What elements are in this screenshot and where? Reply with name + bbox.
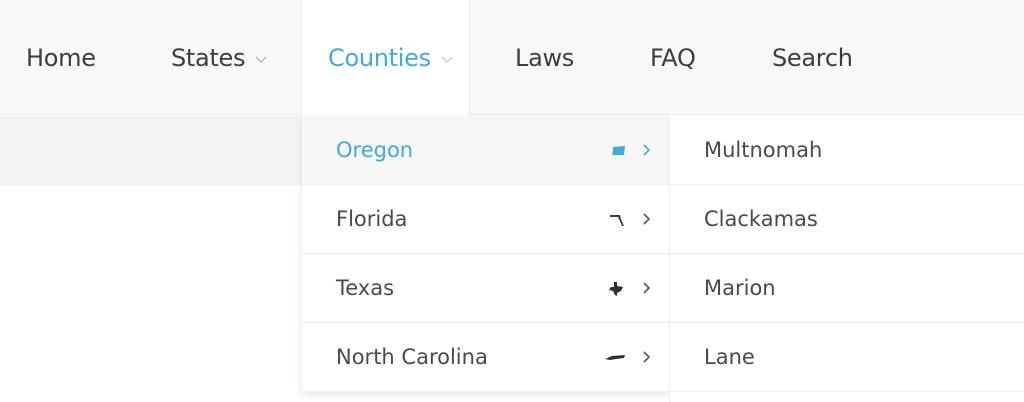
nav-item-states[interactable]: States [171, 0, 269, 115]
chevron-right-icon [643, 213, 651, 225]
menu-item-label: Texas [336, 276, 395, 300]
nav-item-counties[interactable]: Counties [301, 0, 470, 116]
nav-item-label: Counties [328, 44, 431, 72]
nav-item-laws[interactable]: Laws [515, 0, 574, 115]
nav-item-label: Laws [515, 43, 575, 72]
chevron-down-icon [441, 56, 453, 63]
nav-item-label: Search [772, 43, 853, 72]
texas-shape-icon [609, 282, 623, 296]
chevron-right-icon [643, 282, 651, 294]
chevron-right-icon [643, 351, 651, 363]
submenu-item-label: Lane [704, 345, 755, 369]
menu-item-florida[interactable]: Florida [302, 185, 669, 254]
chevron-down-icon [255, 56, 267, 63]
submenu-item-clackamas[interactable]: Clackamas [670, 185, 1024, 254]
submenu-item-marion[interactable]: Marion [670, 254, 1024, 323]
submenu-item-label: Multnomah [704, 138, 823, 162]
north-carolina-shape-icon [605, 355, 625, 360]
menu-item-oregon[interactable]: Oregon [302, 116, 669, 185]
nav-item-label: FAQ [650, 43, 696, 72]
submenu-item-label: Marion [704, 276, 776, 300]
florida-shape-icon [610, 215, 624, 226]
nav-item-home[interactable]: Home [26, 0, 96, 115]
submenu-item-lane[interactable]: Lane [670, 323, 1024, 392]
counties-submenu: Multnomah Clackamas Marion Lane [669, 116, 1024, 402]
top-navbar: Home States Counties Laws FAQ Search [0, 0, 1024, 116]
nav-item-label: Home [26, 43, 96, 72]
nav-item-search[interactable]: Search [772, 0, 853, 115]
chevron-right-icon [643, 144, 651, 156]
nav-item-faq[interactable]: FAQ [650, 0, 696, 115]
menu-item-texas[interactable]: Texas [302, 254, 669, 323]
menu-item-label: North Carolina [336, 345, 488, 369]
submenu-item-multnomah[interactable]: Multnomah [670, 116, 1024, 185]
nav-item-label: States [171, 43, 246, 72]
oregon-shape-icon [612, 146, 625, 155]
states-dropdown-menu: Oregon Florida Texas North Carolina [302, 116, 669, 392]
menu-item-label: Oregon [336, 138, 414, 162]
submenu-item-label: Clackamas [704, 207, 818, 231]
menu-item-north-carolina[interactable]: North Carolina [302, 323, 669, 392]
menu-item-label: Florida [336, 207, 408, 231]
